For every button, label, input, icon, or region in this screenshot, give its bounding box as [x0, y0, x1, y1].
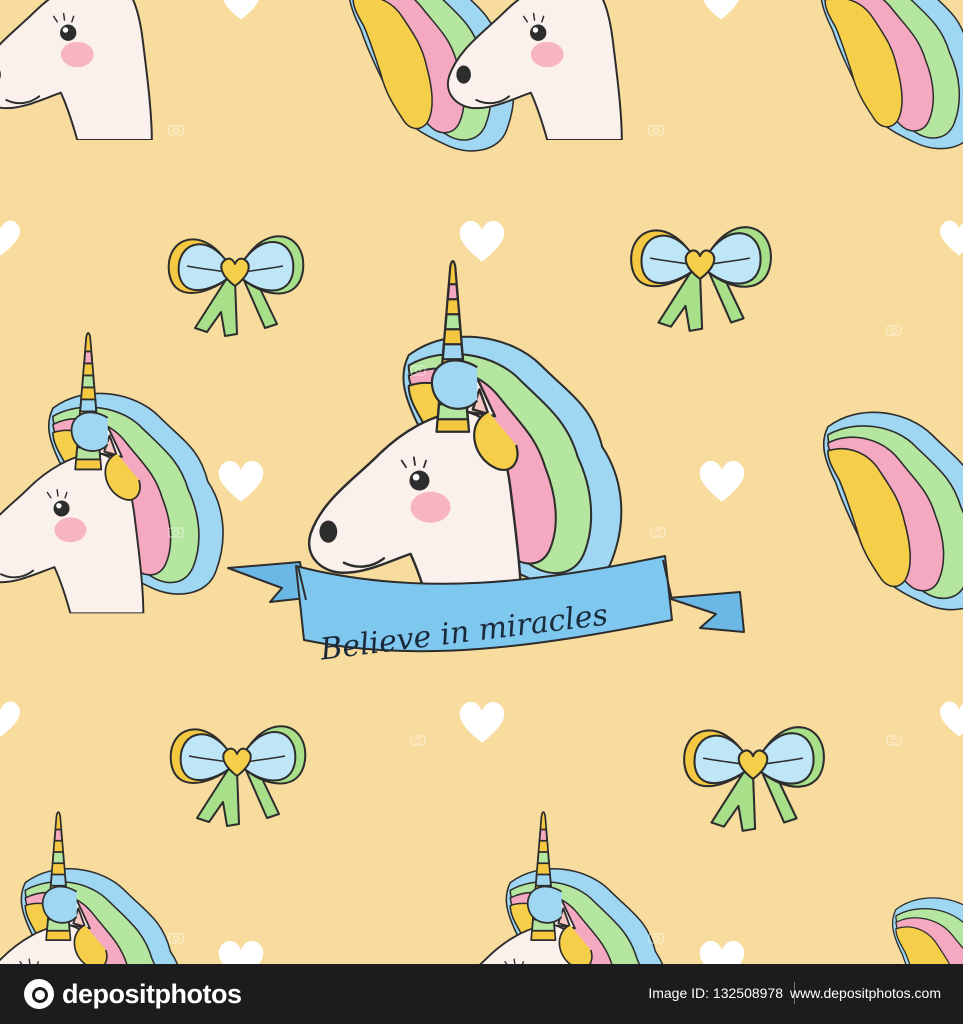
brand-name: depositphotos	[62, 978, 242, 1009]
depositphotos-logo-icon	[24, 979, 54, 1009]
image-id: Image ID: 132508978	[648, 985, 783, 1001]
stock-footer-bar: depositphotos Image ID: 132508978 www.de…	[0, 964, 963, 1024]
brand-logo: depositphotos	[24, 978, 242, 1010]
site-url: www.depositphotos.com	[790, 985, 941, 1001]
unicorn-pattern-illustration: Believe in miracles	[0, 0, 963, 964]
unicorn-mane-bottom-right	[893, 898, 963, 964]
